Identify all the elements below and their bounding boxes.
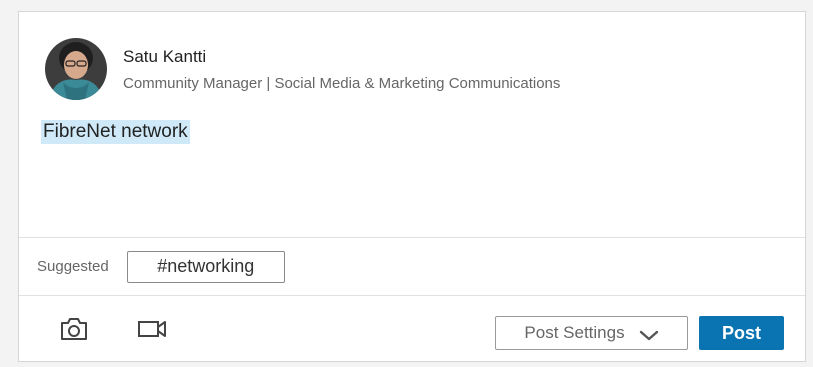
chevron-down-icon [639, 327, 659, 341]
post-text-input[interactable]: FibreNet network [41, 120, 190, 144]
post-toolbar: Post Settings Post [19, 296, 805, 363]
post-settings-label: Post Settings [524, 323, 625, 342]
post-settings-button[interactable]: Post Settings [495, 316, 688, 350]
share-box: Satu Kantti Community Manager | Social M… [18, 11, 806, 362]
camera-icon[interactable] [59, 317, 89, 346]
author-name[interactable]: Satu Kantti [123, 47, 560, 67]
hashtag-chip[interactable]: #networking [126, 250, 285, 283]
author-header: Satu Kantti Community Manager | Social M… [45, 38, 560, 100]
suggested-hashtags: Suggested #networking [19, 238, 805, 295]
post-button[interactable]: Post [699, 316, 784, 350]
user-avatar-icon [45, 38, 107, 100]
video-icon[interactable] [136, 317, 168, 346]
suggested-label: Suggested [37, 258, 109, 275]
author-avatar [45, 38, 107, 100]
author-headline: Community Manager | Social Media & Marke… [123, 74, 561, 92]
